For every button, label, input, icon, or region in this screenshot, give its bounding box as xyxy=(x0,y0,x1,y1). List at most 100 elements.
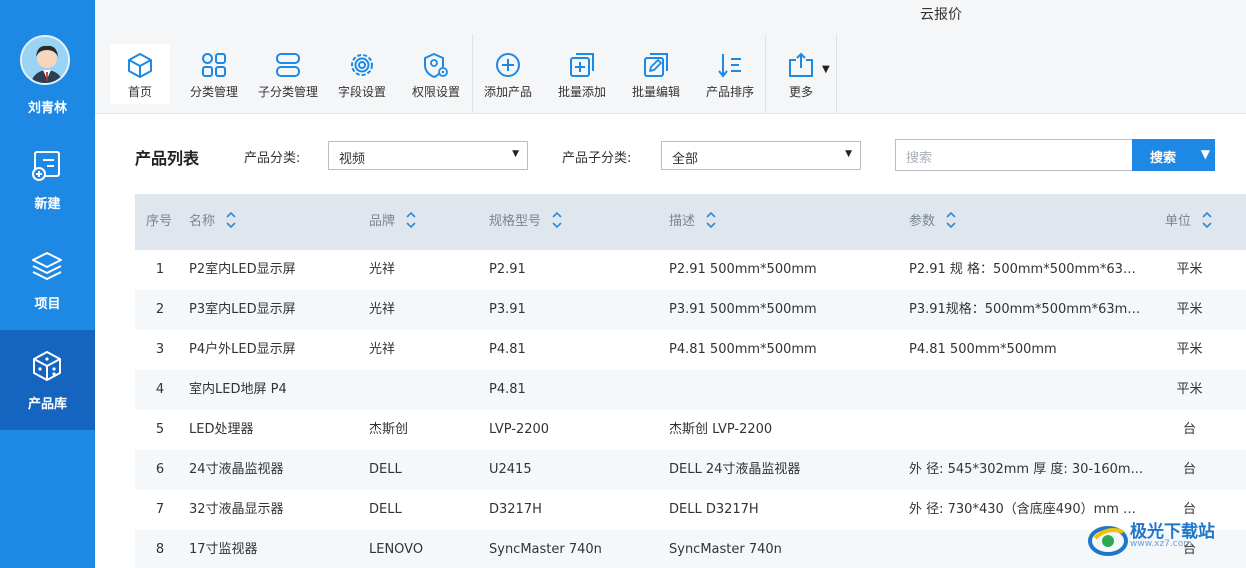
category-manage-label: 分类管理 xyxy=(189,85,238,99)
column-header-param[interactable]: 参数 xyxy=(909,194,957,250)
home-button[interactable]: 首页 xyxy=(110,44,170,104)
column-header-model[interactable]: 规格型号 xyxy=(489,194,563,250)
search-button[interactable]: 搜索 ▼ xyxy=(1132,139,1215,171)
table-row[interactable]: 4 室内LED地屏 P4 P4.81 平米 xyxy=(135,370,1246,410)
column-header-label: 描述 xyxy=(669,214,696,229)
table-row[interactable]: 2 P3室内LED显示屏 光祥 P3.91 P3.91 500mm*500mm … xyxy=(135,290,1246,330)
table-row[interactable]: 5 LED处理器 杰斯创 LVP-2200 杰斯创 LVP-2200 台 xyxy=(135,410,1246,450)
column-header-label: 品牌 xyxy=(369,214,396,229)
caret-down-icon[interactable]: ▼ xyxy=(822,64,830,75)
cell-no: 8 xyxy=(155,542,165,557)
cell-model: P4.81 xyxy=(489,342,526,357)
subcategory-manage-button[interactable]: 子分类管理 xyxy=(255,44,321,104)
cell-brand xyxy=(369,370,484,410)
cell-desc: P3.91 500mm*500mm xyxy=(669,302,817,317)
cell-name: 17寸监视器 xyxy=(189,542,258,557)
watermark-subtext: www.xz7.com xyxy=(1130,539,1192,549)
cell-no: 1 xyxy=(155,262,165,277)
cell-param xyxy=(909,370,1144,410)
subcategory-select[interactable]: 全部 ▼ xyxy=(661,141,861,170)
gear-icon xyxy=(351,54,373,76)
home-label: 首页 xyxy=(127,85,152,99)
cell-brand: DELL xyxy=(369,502,402,517)
cell-no: 2 xyxy=(155,302,165,317)
column-header-desc[interactable]: 描述 xyxy=(669,194,717,250)
user-shield-icon xyxy=(424,53,448,78)
table-row[interactable]: 1 P2室内LED显示屏 光祥 P2.91 P2.91 500mm*500mm … xyxy=(135,250,1246,290)
cell-model: SyncMaster 740n xyxy=(489,542,602,557)
cell-brand: LENOVO xyxy=(369,542,424,557)
cell-unit: 平米 xyxy=(1176,342,1203,357)
user-name: 刘青林 xyxy=(27,101,67,116)
page-title: 产品列表 xyxy=(135,149,200,168)
cell-desc: SyncMaster 740n xyxy=(669,542,782,557)
watermark-logo-icon xyxy=(1088,526,1128,556)
batch-edit-button[interactable]: 批量编辑 xyxy=(627,44,685,104)
add-product-label: 添加产品 xyxy=(483,85,532,99)
sidebar-item-new[interactable]: 新建 xyxy=(0,130,95,230)
column-header-label: 规格型号 xyxy=(489,214,542,229)
cell-name: LED处理器 xyxy=(189,422,254,437)
sort-arrows-icon[interactable] xyxy=(1201,210,1213,230)
avatar[interactable] xyxy=(20,35,70,85)
product-list-panel: 产品列表 产品分类: 视频 ▼ 产品子分类: 全部 ▼ 搜索 搜索 ▼ 序号 名… xyxy=(95,114,1246,568)
add-product-button[interactable]: 添加产品 xyxy=(479,44,537,104)
cell-model: P4.81 xyxy=(489,382,526,397)
subcategory-filter-label: 产品子分类: xyxy=(562,151,632,166)
batch-edit-icon xyxy=(644,53,668,77)
cell-param: P4.81 500mm*500mm xyxy=(909,342,1057,357)
category-manage-button[interactable]: 分类管理 xyxy=(185,44,243,104)
app-window: 刘青林 新建 项目 产品库 云报价 首页 分类管理 子分类管理 字段设置 权限设… xyxy=(0,0,1246,568)
table-row[interactable]: 6 24寸液晶监视器 DELL U2415 DELL 24寸液晶监视器 外 径:… xyxy=(135,450,1246,490)
layers-icon xyxy=(32,252,62,280)
sort-arrows-icon[interactable] xyxy=(405,210,417,230)
column-header-unit[interactable]: 单位 xyxy=(1165,194,1213,250)
cell-desc: 杰斯创 LVP-2200 xyxy=(669,422,773,437)
cell-name: 24寸液晶监视器 xyxy=(189,462,284,477)
more-button[interactable]: 更多 xyxy=(779,44,823,104)
caret-down-icon[interactable]: ▼ xyxy=(1201,147,1210,161)
cell-unit: 台 xyxy=(1182,462,1196,477)
table-row[interactable]: 3 P4户外LED显示屏 光祥 P4.81 P4.81 500mm*500mm … xyxy=(135,330,1246,370)
product-sort-button[interactable]: 产品排序 xyxy=(701,44,759,104)
sort-arrows-icon[interactable] xyxy=(705,210,717,230)
grid-icon xyxy=(202,53,226,77)
column-header-name[interactable]: 名称 xyxy=(189,194,237,250)
search-input[interactable]: 搜索 xyxy=(895,139,1133,171)
batch-edit-label: 批量编辑 xyxy=(631,85,680,99)
box-icon xyxy=(33,351,61,381)
batch-add-button[interactable]: 批量添加 xyxy=(553,44,611,104)
cell-name: P4户外LED显示屏 xyxy=(189,342,296,357)
rows-icon xyxy=(276,53,300,77)
watermark: 极光下载站 www.xz7.com xyxy=(1085,514,1246,568)
sidebar-item-label: 产品库 xyxy=(27,397,67,412)
category-select-value: 视频 xyxy=(339,152,366,167)
column-header-brand[interactable]: 品牌 xyxy=(369,194,417,250)
table-header: 序号 名称 品牌 规格型号 描述 参数 单位 xyxy=(135,194,1246,250)
toolbar-divider xyxy=(836,34,837,114)
subcategory-select-value: 全部 xyxy=(672,152,699,167)
sort-arrows-icon[interactable] xyxy=(945,210,957,230)
cell-name: 32寸液晶显示器 xyxy=(189,502,284,517)
search-button-label: 搜索 xyxy=(1150,151,1177,166)
cell-param: 外 径: 545*302mm 厚 度: 30-160m... xyxy=(909,462,1143,477)
sort-icon xyxy=(718,54,741,78)
cell-name: P3室内LED显示屏 xyxy=(189,302,296,317)
sort-arrows-icon[interactable] xyxy=(225,210,237,230)
table-row[interactable]: 7 32寸液晶显示器 DELL D3217H DELL D3217H 外 径: … xyxy=(135,490,1246,530)
table-row[interactable]: 8 17寸监视器 LENOVO SyncMaster 740n SyncMast… xyxy=(135,530,1246,568)
permission-settings-button[interactable]: 权限设置 xyxy=(407,44,465,104)
share-icon xyxy=(789,52,813,77)
column-header-label: 名称 xyxy=(189,214,216,229)
cell-no: 5 xyxy=(155,422,165,437)
sort-arrows-icon[interactable] xyxy=(551,210,563,230)
cell-no: 7 xyxy=(155,502,165,517)
field-settings-button[interactable]: 字段设置 xyxy=(333,44,391,104)
cell-unit: 平米 xyxy=(1176,382,1203,397)
sidebar-item-product-library[interactable]: 产品库 xyxy=(0,330,95,430)
column-header-no: 序号 xyxy=(146,194,172,250)
user-panel[interactable]: 刘青林 xyxy=(0,0,95,130)
column-header-label: 参数 xyxy=(909,214,936,229)
category-select[interactable]: 视频 ▼ xyxy=(328,141,528,170)
sidebar-item-project[interactable]: 项目 xyxy=(0,230,95,330)
